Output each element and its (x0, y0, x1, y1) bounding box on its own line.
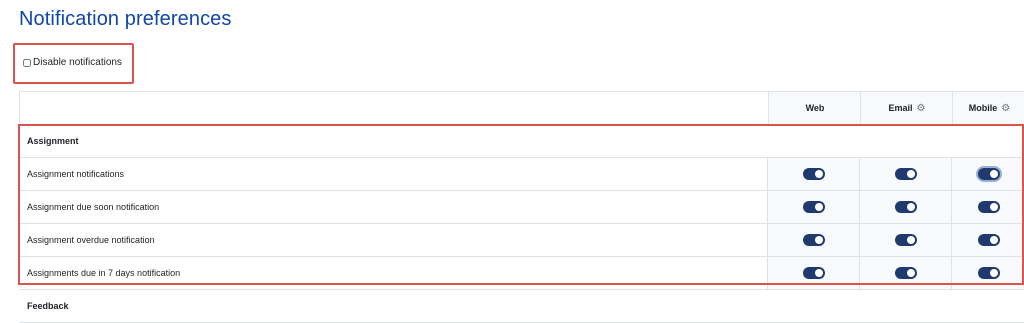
table-row: Assignment overdue notification (19, 224, 1024, 257)
mobile-cell (951, 224, 1024, 256)
gear-icon[interactable]: ⚙ (1001, 103, 1010, 114)
column-header-web: Web (768, 92, 861, 124)
toggle-email[interactable] (895, 201, 917, 213)
gear-icon[interactable]: ⚙ (917, 103, 926, 114)
toggle-email[interactable] (895, 234, 917, 246)
column-header-web-label: Web (805, 103, 825, 113)
email-cell (859, 158, 952, 190)
table-row: Assignment notifications (19, 158, 1024, 191)
group-row-feedback: Feedback (19, 290, 1024, 323)
email-cell (859, 257, 952, 289)
group-row-assignment: Assignment (19, 125, 1024, 158)
group-name: Feedback (27, 301, 69, 311)
group-name: Assignment (27, 136, 79, 146)
mobile-cell (951, 158, 1024, 190)
toggle-web[interactable] (803, 201, 825, 213)
page-title: Notification preferences (19, 8, 232, 30)
toggle-web[interactable] (803, 168, 825, 180)
web-cell (767, 191, 860, 223)
toggle-web[interactable] (803, 234, 825, 246)
email-cell (859, 191, 952, 223)
column-header-mobile: Mobile ⚙ (952, 92, 1024, 124)
table-row: Assignment due soon notification (19, 191, 1024, 224)
disable-notifications-highlight: Disable notifications (13, 43, 134, 84)
toggle-mobile[interactable] (977, 201, 1000, 213)
toggle-web[interactable] (803, 267, 825, 279)
web-cell (767, 257, 860, 289)
column-header-email-label: Email (888, 103, 913, 113)
toggle-email[interactable] (895, 168, 917, 180)
disable-notifications-checkbox[interactable] (23, 58, 31, 67)
column-header-mobile-label: Mobile (968, 103, 998, 113)
preferences-table: Web Email ⚙ Mobile ⚙ Assignment Assignme… (19, 91, 1024, 323)
table-row: Assignments due in 7 days notification (19, 257, 1024, 290)
toggle-mobile[interactable] (977, 234, 1000, 246)
toggle-mobile[interactable] (977, 267, 1000, 279)
disable-notifications-label: Disable notifications (33, 57, 122, 68)
web-cell (767, 224, 860, 256)
email-cell (859, 224, 952, 256)
toggle-mobile[interactable] (977, 168, 1000, 180)
table-header-row: Web Email ⚙ Mobile ⚙ (19, 91, 1024, 125)
disable-notifications-control[interactable]: Disable notifications (23, 57, 122, 68)
toggle-email[interactable] (895, 267, 917, 279)
column-header-email: Email ⚙ (860, 92, 953, 124)
mobile-cell (951, 257, 1024, 289)
mobile-cell (951, 191, 1024, 223)
web-cell (767, 158, 860, 190)
